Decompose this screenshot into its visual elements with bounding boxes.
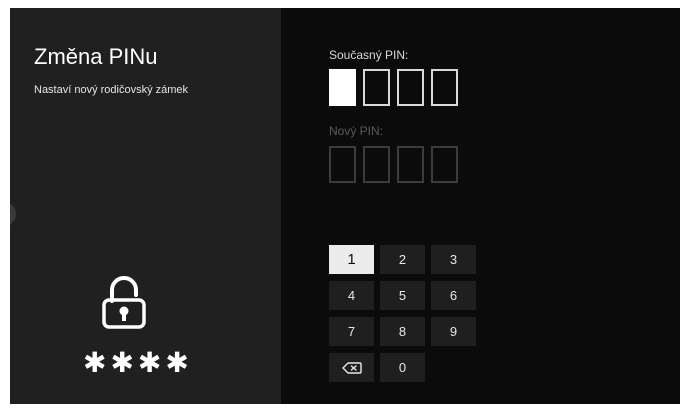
current-pin-digit[interactable] bbox=[363, 69, 390, 106]
backspace-key[interactable] bbox=[329, 353, 374, 382]
key-6[interactable]: 6 bbox=[431, 281, 476, 310]
key-9[interactable]: 9 bbox=[431, 317, 476, 346]
pin-change-screen: Změna PINu Nastaví nový rodičovský zámek… bbox=[10, 8, 680, 404]
new-pin-fields[interactable] bbox=[329, 146, 458, 183]
masked-pin: ✱✱✱✱ bbox=[83, 346, 193, 379]
side-tab bbox=[10, 202, 16, 226]
key-0[interactable]: 0 bbox=[380, 353, 425, 382]
numeric-keypad: 1 2 3 4 5 6 7 8 9 0 bbox=[329, 245, 476, 382]
key-1[interactable]: 1 bbox=[329, 245, 374, 274]
key-4[interactable]: 4 bbox=[329, 281, 374, 310]
new-pin-digit[interactable] bbox=[329, 146, 356, 183]
page-subtitle: Nastaví nový rodičovský zámek bbox=[34, 84, 189, 96]
key-2[interactable]: 2 bbox=[380, 245, 425, 274]
new-pin-digit[interactable] bbox=[431, 146, 458, 183]
key-3[interactable]: 3 bbox=[431, 245, 476, 274]
key-5[interactable]: 5 bbox=[380, 281, 425, 310]
key-7[interactable]: 7 bbox=[329, 317, 374, 346]
backspace-icon bbox=[341, 361, 362, 374]
padlock-icon bbox=[99, 273, 149, 334]
new-pin-digit[interactable] bbox=[397, 146, 424, 183]
new-pin-digit[interactable] bbox=[363, 146, 390, 183]
current-pin-digit[interactable] bbox=[329, 69, 356, 106]
current-pin-digit[interactable] bbox=[431, 69, 458, 106]
info-panel: Změna PINu Nastaví nový rodičovský zámek… bbox=[10, 8, 281, 404]
current-pin-label: Současný PIN: bbox=[329, 48, 409, 62]
new-pin-label: Nový PIN: bbox=[329, 124, 384, 138]
current-pin-fields[interactable] bbox=[329, 69, 458, 106]
page-title: Změna PINu bbox=[34, 44, 158, 69]
current-pin-digit[interactable] bbox=[397, 69, 424, 106]
key-8[interactable]: 8 bbox=[380, 317, 425, 346]
